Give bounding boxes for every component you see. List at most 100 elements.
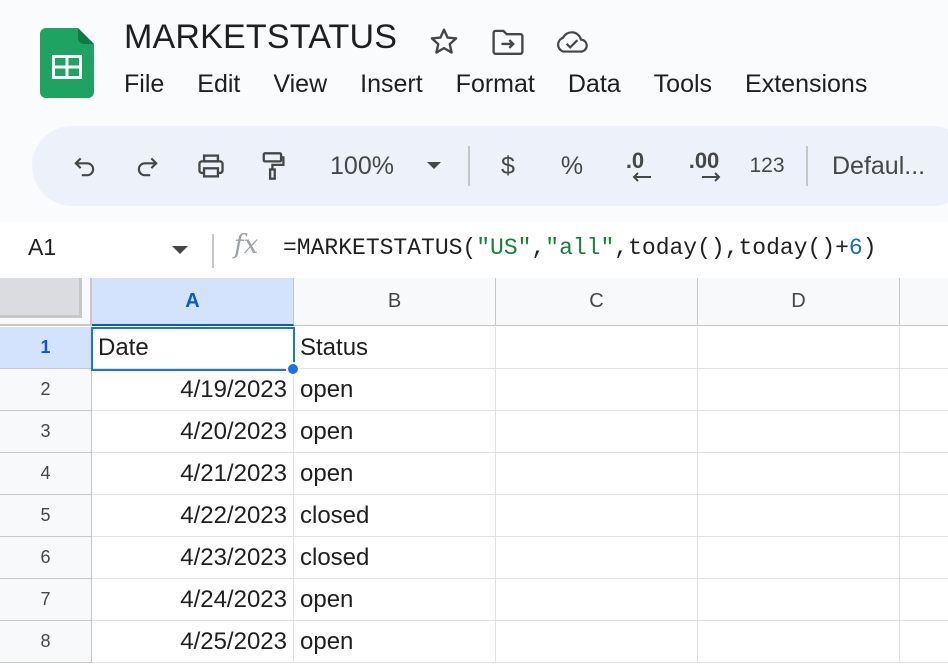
formula-comma: ,: [531, 235, 546, 261]
fill-handle[interactable]: [286, 362, 300, 376]
cell-c7[interactable]: [496, 579, 698, 621]
row-header-7[interactable]: 7: [0, 579, 92, 621]
increase-decimal-label: .00: [688, 148, 720, 173]
cell-c4[interactable]: [496, 453, 698, 495]
formula-bar: A1 fx =MARKETSTATUS("US","all",today(),t…: [0, 222, 948, 278]
cell-c6[interactable]: [496, 537, 698, 579]
name-box[interactable]: A1: [28, 234, 56, 261]
cell-d3[interactable]: [698, 411, 900, 453]
cell-e4[interactable]: [900, 453, 948, 495]
column-header-d[interactable]: D: [698, 278, 900, 326]
cell-d8[interactable]: [698, 621, 900, 663]
cell-b1[interactable]: Status: [294, 327, 496, 369]
column-header-a[interactable]: A: [92, 278, 294, 326]
cell-b2[interactable]: open: [294, 369, 496, 411]
cell-b5[interactable]: closed: [294, 495, 496, 537]
cell-a1[interactable]: Date: [92, 327, 294, 369]
toolbar-divider: [806, 146, 808, 186]
menu-view[interactable]: View: [273, 70, 327, 99]
cell-c8[interactable]: [496, 621, 698, 663]
cell-d4[interactable]: [698, 453, 900, 495]
move-to-folder-icon[interactable]: [490, 24, 526, 60]
formula-suffix: ): [862, 235, 877, 261]
cell-a6[interactable]: 4/23/2023: [92, 537, 294, 579]
menu-insert[interactable]: Insert: [360, 70, 423, 99]
row-header-1[interactable]: 1: [0, 327, 92, 369]
cell-e1[interactable]: [900, 327, 948, 369]
format-percent-button[interactable]: %: [552, 126, 592, 206]
decrease-decimal-button[interactable]: .0: [612, 126, 658, 206]
percent-label: %: [560, 151, 584, 180]
cell-e6[interactable]: [900, 537, 948, 579]
more-formats-button[interactable]: 123: [742, 126, 792, 206]
formula-arg-offset: 6: [848, 235, 863, 261]
format-currency-button[interactable]: $: [490, 126, 526, 206]
menu-edit[interactable]: Edit: [197, 70, 240, 99]
cell-a8[interactable]: 4/25/2023: [92, 621, 294, 663]
row-header-4[interactable]: 4: [0, 453, 92, 495]
cell-b7[interactable]: open: [294, 579, 496, 621]
cell-c1[interactable]: [496, 327, 698, 369]
cell-c3[interactable]: [496, 411, 698, 453]
cell-d5[interactable]: [698, 495, 900, 537]
paint-format-icon[interactable]: [252, 126, 294, 206]
cell-e8[interactable]: [900, 621, 948, 663]
row-header-5[interactable]: 5: [0, 495, 92, 537]
cell-a3[interactable]: 4/20/2023: [92, 411, 294, 453]
cell-d6[interactable]: [698, 537, 900, 579]
cell-b4[interactable]: open: [294, 453, 496, 495]
column-header-b[interactable]: B: [294, 278, 496, 326]
arrow-right-icon: [702, 172, 721, 182]
cell-b3[interactable]: open: [294, 411, 496, 453]
menu-format[interactable]: Format: [456, 70, 535, 99]
undo-icon[interactable]: [64, 126, 106, 206]
fx-icon: fx: [234, 230, 259, 260]
cell-e3[interactable]: [900, 411, 948, 453]
formula-prefix: =MARKETSTATUS(: [283, 235, 477, 261]
name-box-dropdown-icon[interactable]: [172, 246, 188, 254]
cell-b8[interactable]: open: [294, 621, 496, 663]
cell-c2[interactable]: [496, 369, 698, 411]
cell-e5[interactable]: [900, 495, 948, 537]
currency-label: $: [501, 151, 515, 180]
zoom-select[interactable]: 100%: [322, 126, 402, 206]
cell-b6[interactable]: closed: [294, 537, 496, 579]
cloud-saved-icon[interactable]: [554, 24, 590, 60]
cell-d1[interactable]: [698, 327, 900, 369]
formula-input[interactable]: =MARKETSTATUS("US","all",today(),today()…: [283, 235, 877, 261]
freeze-handle[interactable]: [0, 278, 82, 318]
column-header-e[interactable]: [900, 278, 948, 326]
document-title[interactable]: MARKETSTATUS: [124, 18, 397, 57]
cell-c5[interactable]: [496, 495, 698, 537]
cell-d2[interactable]: [698, 369, 900, 411]
increase-decimal-button[interactable]: .00: [676, 126, 732, 206]
sheets-logo-icon[interactable]: [40, 28, 94, 98]
menu-file[interactable]: File: [124, 70, 164, 99]
font-select[interactable]: Defaul...: [832, 126, 948, 206]
row-header-6[interactable]: 6: [0, 537, 92, 579]
redo-icon[interactable]: [126, 126, 168, 206]
cell-e2[interactable]: [900, 369, 948, 411]
print-icon[interactable]: [190, 126, 232, 206]
cell-a2[interactable]: 4/19/2023: [92, 369, 294, 411]
star-icon[interactable]: [426, 24, 462, 60]
cell-a5[interactable]: 4/22/2023: [92, 495, 294, 537]
zoom-value: 100%: [330, 151, 394, 180]
column-header-c[interactable]: C: [496, 278, 698, 326]
menu-bar: File Edit View Insert Format Data Tools …: [124, 70, 900, 99]
row-header-3[interactable]: 3: [0, 411, 92, 453]
cell-d7[interactable]: [698, 579, 900, 621]
formula-bar-divider: [212, 234, 214, 268]
menu-extensions[interactable]: Extensions: [745, 70, 867, 99]
cell-a7[interactable]: 4/24/2023: [92, 579, 294, 621]
row-header-2[interactable]: 2: [0, 369, 92, 411]
row-header-8[interactable]: 8: [0, 621, 92, 663]
title-actions: [426, 24, 590, 60]
menu-tools[interactable]: Tools: [654, 70, 712, 99]
zoom-dropdown-icon[interactable]: [422, 126, 446, 206]
menu-data[interactable]: Data: [568, 70, 621, 99]
cell-a4[interactable]: 4/21/2023: [92, 453, 294, 495]
toolbar: 100% $ % .0 .00 123 Defaul...: [32, 126, 948, 206]
select-all-corner[interactable]: [0, 278, 92, 326]
cell-e7[interactable]: [900, 579, 948, 621]
